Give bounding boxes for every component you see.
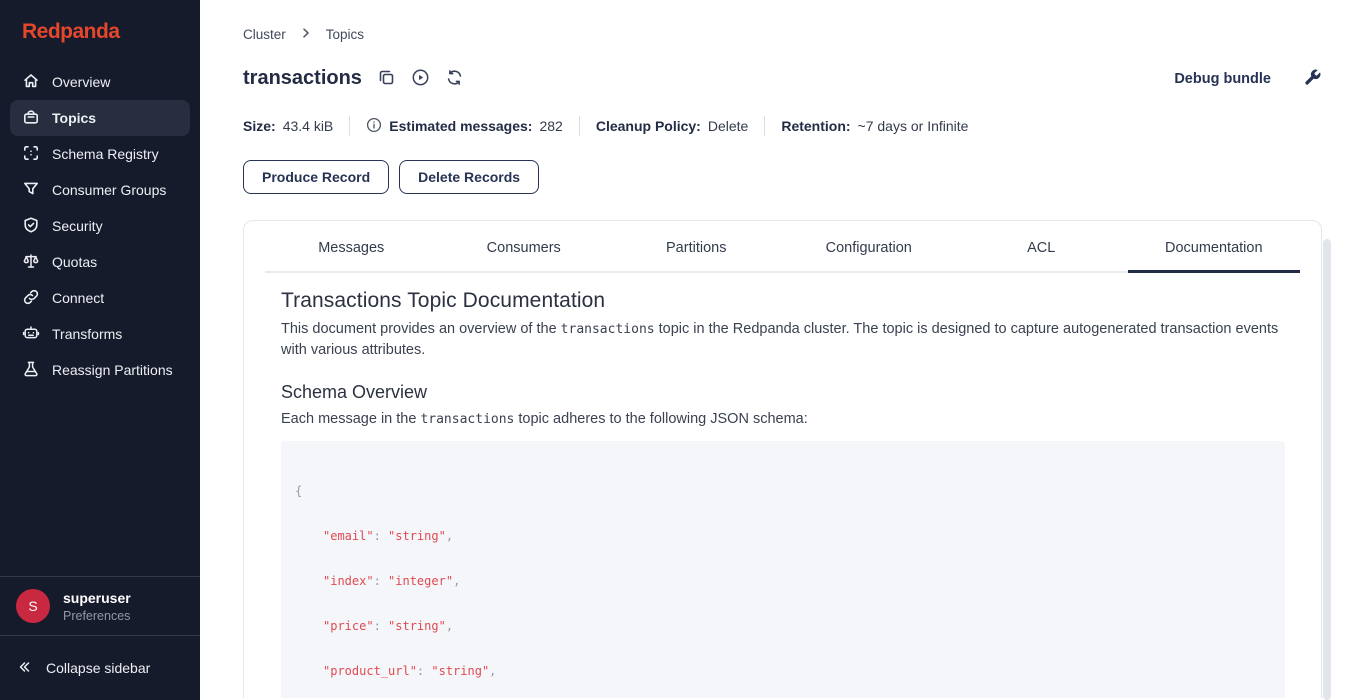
stat-value: 282 xyxy=(539,118,562,134)
stat-size: Size: 43.4 kiB xyxy=(243,118,333,134)
home-icon xyxy=(22,72,40,93)
breadcrumb-topics[interactable]: Topics xyxy=(326,27,364,42)
funnel-icon xyxy=(22,180,40,201)
sidebar-spacer xyxy=(0,388,200,576)
sidebar-nav: Overview Topics Schema Registry Consumer… xyxy=(0,60,200,388)
sidebar-item-overview[interactable]: Overview xyxy=(10,64,190,100)
sidebar-item-label: Connect xyxy=(52,290,104,306)
wrench-icon xyxy=(1303,68,1322,90)
sidebar-item-label: Topics xyxy=(52,110,96,126)
sidebar-item-security[interactable]: Security xyxy=(10,208,190,244)
flask-icon xyxy=(22,360,40,381)
produce-record-button[interactable]: Produce Record xyxy=(243,160,389,194)
shield-check-icon xyxy=(22,216,40,237)
copy-topic-name-button[interactable] xyxy=(377,68,396,90)
delete-records-button[interactable]: Delete Records xyxy=(399,160,539,194)
play-circle-icon xyxy=(411,68,430,90)
code-line: "index": "integer", xyxy=(295,574,1271,589)
sidebar-item-label: Transforms xyxy=(52,326,122,342)
redpanda-logo: Redpanda xyxy=(0,0,200,60)
doc-title: Transactions Topic Documentation xyxy=(281,289,1285,313)
scales-icon xyxy=(22,252,40,273)
user-name: superuser xyxy=(63,590,131,606)
sidebar-item-transforms[interactable]: Transforms xyxy=(10,316,190,352)
stat-retention: Retention: ~7 days or Infinite xyxy=(781,118,968,134)
produce-shortcut-button[interactable] xyxy=(411,68,430,90)
breadcrumb: Cluster Topics xyxy=(243,26,1366,43)
collapse-sidebar-button[interactable]: Collapse sidebar xyxy=(0,636,200,700)
code-line: { xyxy=(295,484,1271,499)
inline-code: transactions xyxy=(561,322,655,337)
topic-actions: Produce Record Delete Records xyxy=(243,160,1366,194)
tab-bar: Messages Consumers Partitions Configurat… xyxy=(265,221,1300,273)
tab-acl[interactable]: ACL xyxy=(955,221,1128,273)
tab-documentation[interactable]: Documentation xyxy=(1128,221,1301,273)
stat-label: Size: xyxy=(243,118,276,134)
sidebar-item-label: Quotas xyxy=(52,254,97,270)
sidebar-item-label: Schema Registry xyxy=(52,146,159,162)
stat-value: ~7 days or Infinite xyxy=(858,118,969,134)
stat-cleanup-policy: Cleanup Policy: Delete xyxy=(596,118,749,134)
refresh-button[interactable] xyxy=(445,68,464,90)
documentation-content: Transactions Topic Documentation This do… xyxy=(265,273,1300,698)
code-line: "product_url": "string", xyxy=(295,664,1271,679)
divider xyxy=(764,116,765,136)
code-line: "price": "string", xyxy=(295,619,1271,634)
user-block[interactable]: S superuser Preferences xyxy=(0,576,200,636)
stat-label: Retention: xyxy=(781,118,850,134)
debug-bundle-link[interactable]: Debug bundle xyxy=(1174,71,1271,87)
divider xyxy=(349,116,350,136)
sidebar-item-topics[interactable]: Topics xyxy=(10,100,190,136)
stat-label: Cleanup Policy: xyxy=(596,118,701,134)
settings-wrench-button[interactable] xyxy=(1303,68,1322,90)
stat-label: Estimated messages: xyxy=(389,118,532,134)
inline-code: transactions xyxy=(420,412,514,427)
code-line: "email": "string", xyxy=(295,529,1271,544)
stat-value: Delete xyxy=(708,118,748,134)
double-chevron-left-icon xyxy=(16,659,32,678)
tab-messages[interactable]: Messages xyxy=(265,221,438,273)
divider xyxy=(579,116,580,136)
topic-stats: Size: 43.4 kiB Estimated messages: 282 C… xyxy=(243,116,1366,136)
title-row: transactions Debug bundle xyxy=(243,67,1322,90)
sidebar-item-consumer-groups[interactable]: Consumer Groups xyxy=(10,172,190,208)
sidebar-item-label: Overview xyxy=(52,74,110,90)
tab-configuration[interactable]: Configuration xyxy=(783,221,956,273)
tab-consumers[interactable]: Consumers xyxy=(438,221,611,273)
breadcrumb-cluster[interactable]: Cluster xyxy=(243,27,286,42)
sidebar-item-reassign-partitions[interactable]: Reassign Partitions xyxy=(10,352,190,388)
vertical-scrollbar[interactable] xyxy=(1323,239,1331,700)
topic-detail-card: Messages Consumers Partitions Configurat… xyxy=(243,220,1322,698)
chevron-right-icon xyxy=(299,26,313,43)
sidebar-item-schema-registry[interactable]: Schema Registry xyxy=(10,136,190,172)
avatar: S xyxy=(16,589,50,623)
stat-estimated-messages: Estimated messages: 282 xyxy=(366,117,563,136)
collapse-sidebar-label: Collapse sidebar xyxy=(46,660,150,676)
robot-icon xyxy=(22,324,40,345)
sidebar-item-connect[interactable]: Connect xyxy=(10,280,190,316)
sidebar: Redpanda Overview Topics Schema Registry… xyxy=(0,0,200,700)
page-title: transactions xyxy=(243,67,362,90)
tab-partitions[interactable]: Partitions xyxy=(610,221,783,273)
stat-value: 43.4 kiB xyxy=(283,118,334,134)
main-content: Cluster Topics transactions Debug bundle… xyxy=(200,0,1366,698)
refresh-icon xyxy=(445,68,464,90)
preferences-link[interactable]: Preferences xyxy=(63,609,131,623)
info-icon xyxy=(366,117,382,136)
link-icon xyxy=(22,288,40,309)
sidebar-item-quotas[interactable]: Quotas xyxy=(10,244,190,280)
schema-registry-icon xyxy=(22,144,40,165)
sidebar-item-label: Security xyxy=(52,218,103,234)
doc-intro: This document provides an overview of th… xyxy=(281,319,1285,361)
copy-icon xyxy=(377,68,396,90)
json-schema-code-block: { "email": "string", "index": "integer",… xyxy=(281,441,1285,698)
topics-box-icon xyxy=(22,108,40,129)
sidebar-item-label: Consumer Groups xyxy=(52,182,166,198)
schema-overview-heading: Schema Overview xyxy=(281,382,1285,403)
schema-intro: Each message in the transactions topic a… xyxy=(281,409,1285,430)
sidebar-item-label: Reassign Partitions xyxy=(52,362,173,378)
